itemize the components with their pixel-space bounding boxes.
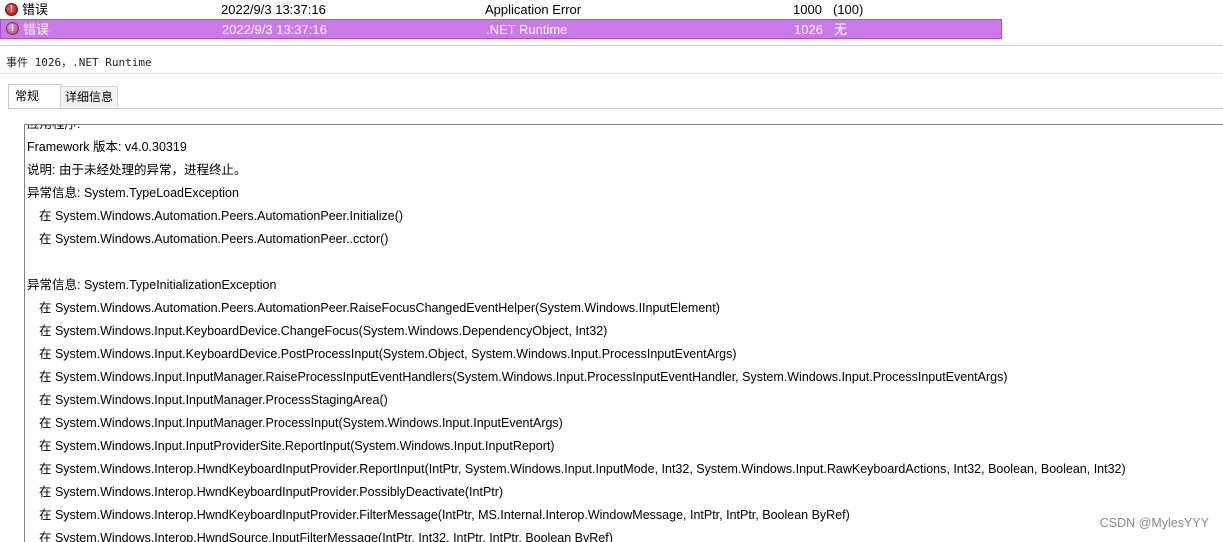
description-line: 在 System.Windows.Interop.HwndKeyboardInp… [39,508,850,522]
description-line: 异常信息: System.TypeLoadException [27,186,239,200]
description-line: 异常信息: System.TypeInitializationException [27,278,277,292]
event-description-panel[interactable]: 应用程序: Framework 版本: v4.0.30319 说明: 由于未经处理… [24,124,1223,542]
description-line: Framework 版本: v4.0.30319 [27,140,187,154]
description-line: 在 System.Windows.Input.InputManager.Rais… [39,370,1008,384]
event-level: 错误 [23,22,50,37]
description-line: 在 System.Windows.Automation.Peers.Automa… [39,232,389,246]
event-task: (100) [833,2,864,17]
divider [0,45,1223,46]
tab-underline [8,108,1223,109]
divider [0,73,1223,74]
description-line: 在 System.Windows.Input.InputManager.Proc… [39,416,563,430]
event-id: 1000 [793,2,822,17]
error-icon: ! [6,22,19,35]
error-icon: ! [5,3,18,16]
description-line: 在 System.Windows.Interop.HwndSource.Inpu… [39,531,613,542]
description-line: 在 System.Windows.Automation.Peers.Automa… [39,209,404,223]
event-date: 2022/9/3 13:37:16 [221,2,326,17]
description-line: 在 System.Windows.Automation.Peers.Automa… [39,301,720,315]
event-id: 1026 [794,22,823,37]
description-line: 在 System.Windows.Input.KeyboardDevice.Ch… [39,324,608,338]
tab-details[interactable]: 详细信息 [60,86,118,108]
tab-general[interactable]: 常规 [8,84,62,109]
description-line: 在 System.Windows.Interop.HwndKeyboardInp… [39,485,504,499]
event-detail-header: 事件 1026，.NET Runtime [6,56,152,69]
event-source: .NET Runtime [486,22,568,37]
description-line: 在 System.Windows.Input.InputManager.Proc… [39,393,388,407]
description-line: 说明: 由于未经处理的异常，进程终止。 [27,163,247,177]
event-date: 2022/9/3 13:37:16 [222,22,327,37]
watermark: CSDN @MylesYYY [1099,516,1209,530]
description-line: 在 System.Windows.Input.KeyboardDevice.Po… [39,347,737,361]
description-line: 应用程序: [27,124,81,131]
description-lines: 应用程序: Framework 版本: v4.0.30319 说明: 由于未经处理… [27,124,1126,542]
event-source: Application Error [485,2,582,17]
description-line: 在 System.Windows.Interop.HwndKeyboardInp… [39,462,1126,476]
event-row[interactable]: ! 错误 2022/9/3 13:37:16 Application Error… [0,0,1002,19]
description-line: 在 System.Windows.Input.InputProviderSite… [39,439,555,453]
event-level: 错误 [22,2,49,17]
event-task: 无 [834,22,848,37]
event-list: ! 错误 2022/9/3 13:37:16 Application Error… [0,0,1002,39]
event-row-selected[interactable]: ! 错误 2022/9/3 13:37:16 .NET Runtime 1026… [0,19,1002,39]
